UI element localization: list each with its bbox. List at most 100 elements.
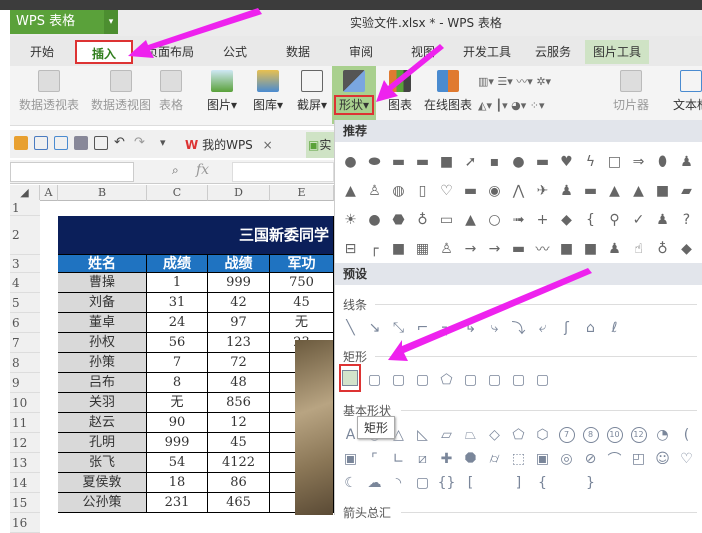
shape-option-icon[interactable]: ⋀ [509,181,528,200]
shape-option-icon[interactable]: ⬬ [365,152,384,171]
shape-option-icon[interactable]: ♙ [365,181,384,200]
tab-view[interactable]: 视图 [398,40,448,64]
app-menu-button[interactable]: WPS 表格 ▾ [10,10,118,34]
shape-option-icon[interactable]: ⌒ [605,449,624,468]
picture-button[interactable]: 图片▾ [200,66,244,113]
print-icon[interactable] [74,136,88,150]
shape-option-icon[interactable]: ʃ [557,318,576,337]
table-cell[interactable]: 90 [147,413,208,433]
shape-option-icon[interactable]: ⌂ [581,318,600,337]
shape-option-icon[interactable]: 7 [557,425,576,444]
table-cell[interactable]: 赵云 [58,413,147,433]
shape-option-icon[interactable]: { [533,473,552,492]
shape-option-icon[interactable]: ▲ [629,181,648,200]
zoom-function-icon[interactable]: ⌕ [172,163,179,178]
shape-option-icon[interactable]: ◎ [557,449,576,468]
close-tab-icon[interactable]: × [263,138,273,152]
table-cell[interactable]: 18 [147,473,208,493]
table-cell[interactable]: 刘备 [58,293,147,313]
table-cell[interactable]: 123 [208,333,270,353]
table-cell[interactable]: 86 [208,473,270,493]
online-chart-button[interactable]: 在线图表 [422,66,474,113]
area-chart-icon[interactable]: ◭▾ [478,99,492,112]
shape-option-icon[interactable]: ϟ [581,152,600,171]
shape-option-icon[interactable]: ▬ [581,181,600,200]
table-cell[interactable]: 曹操 [58,273,147,293]
row-header[interactable]: 1 [10,200,40,216]
shape-option-icon[interactable]: ♁ [413,210,432,229]
table-cell[interactable]: 999 [208,273,270,293]
shape-option-icon[interactable]: ▱ [437,425,456,444]
shape-option-icon[interactable]: ● [365,210,384,229]
shape-option-icon[interactable]: ☺ [653,449,672,468]
shape-option-icon[interactable]: ■ [653,181,672,200]
tab-home[interactable]: 开始 [16,40,68,64]
shape-option-icon[interactable]: ╲ [341,318,360,337]
shape-option-icon[interactable]: ✓ [629,210,648,229]
shape-option-icon[interactable]: ▢ [461,370,480,389]
shape-option-icon[interactable]: ◉ [485,181,504,200]
shape-option-icon[interactable]: ▣ [341,449,360,468]
row-header[interactable]: 2 [10,216,40,255]
shape-option-icon[interactable]: ■ [437,152,456,171]
row-header[interactable]: 14 [10,473,40,493]
tab-developer[interactable]: 开发工具 [455,40,519,64]
radar-chart-icon[interactable]: ✲▾ [536,75,551,88]
shape-option-icon[interactable]: ▢ [413,473,432,492]
header-cell[interactable]: 姓名 [58,255,147,273]
shape-option-icon[interactable]: ✈ [533,181,552,200]
shape-option-icon[interactable]: ⇒ [629,152,648,171]
shape-option-icon[interactable]: ☀ [341,210,360,229]
shape-option-icon[interactable]: ■ [581,239,600,258]
shape-option-icon[interactable]: → [485,239,504,258]
row-header[interactable]: 15 [10,493,40,513]
sheet-title-cell[interactable]: 三国新委同学 [58,216,334,255]
header-cell[interactable]: 成绩 [147,255,208,273]
row-header[interactable]: 4 [10,273,40,293]
tab-page-layout[interactable]: 页面布局 [140,40,200,64]
shape-option-icon[interactable]: ( [677,425,696,444]
gallery-button[interactable]: 图库▾ [246,66,290,113]
shape-option-icon[interactable]: ↳ [461,318,480,337]
shape-option-icon[interactable]: ⬣ [389,210,408,229]
tab-data[interactable]: 数据 [272,40,324,64]
shape-option-icon[interactable]: → [461,239,480,258]
shape-option-icon[interactable]: ▭ [437,210,456,229]
shape-option-icon[interactable]: 12 [629,425,648,444]
shape-option-icon[interactable]: ▢ [485,370,504,389]
shape-option-icon[interactable]: ◍ [389,181,408,200]
shape-option-icon[interactable]: ♟ [653,210,672,229]
shape-option-icon[interactable]: ▲ [605,181,624,200]
redo-icon[interactable]: ↷ [134,136,148,150]
row-header[interactable]: 16 [10,513,40,533]
shape-option-icon[interactable]: ✚ [437,449,456,468]
shape-option-icon[interactable]: ▬ [509,239,528,258]
row-header[interactable]: 13 [10,453,40,473]
shape-option-icon[interactable]: ○ [485,210,504,229]
shape-option-icon[interactable]: ☝ [629,239,648,258]
shape-option-icon[interactable]: ⬠ [509,425,528,444]
table-cell[interactable]: 24 [147,313,208,333]
table-cell[interactable]: 42 [208,293,270,313]
shape-rectangle[interactable] [339,364,361,392]
shape-option-icon[interactable]: ▬ [413,152,432,171]
shape-option-icon[interactable]: ⌐ [413,318,432,337]
shape-option-icon[interactable]: ℓ [605,318,624,337]
chevron-down-icon[interactable]: ▾ [104,10,118,34]
shape-option-icon[interactable]: ⧄ [413,449,432,468]
table-cell[interactable]: 750 [270,273,334,293]
table-cell[interactable]: 7 [147,353,208,373]
doc-tab-file[interactable]: ▣实 [306,132,336,158]
shape-option-icon[interactable]: } [581,473,600,492]
shape-option-icon[interactable]: ♟ [557,181,576,200]
export-icon[interactable] [54,136,68,150]
shape-option-icon[interactable]: ⬚ [509,449,528,468]
table-cell[interactable]: 吕布 [58,373,147,393]
tab-cloud[interactable]: 云服务 [525,40,581,64]
row-header[interactable]: 11 [10,413,40,433]
doc-tab-my-wps[interactable]: W 我的WPS × [185,136,273,153]
shape-option-icon[interactable]: 〰 [533,239,552,258]
shape-option-icon[interactable]: [ [461,473,480,492]
column-header[interactable]: A [40,185,58,201]
shape-option-icon[interactable]: ■ [389,239,408,258]
